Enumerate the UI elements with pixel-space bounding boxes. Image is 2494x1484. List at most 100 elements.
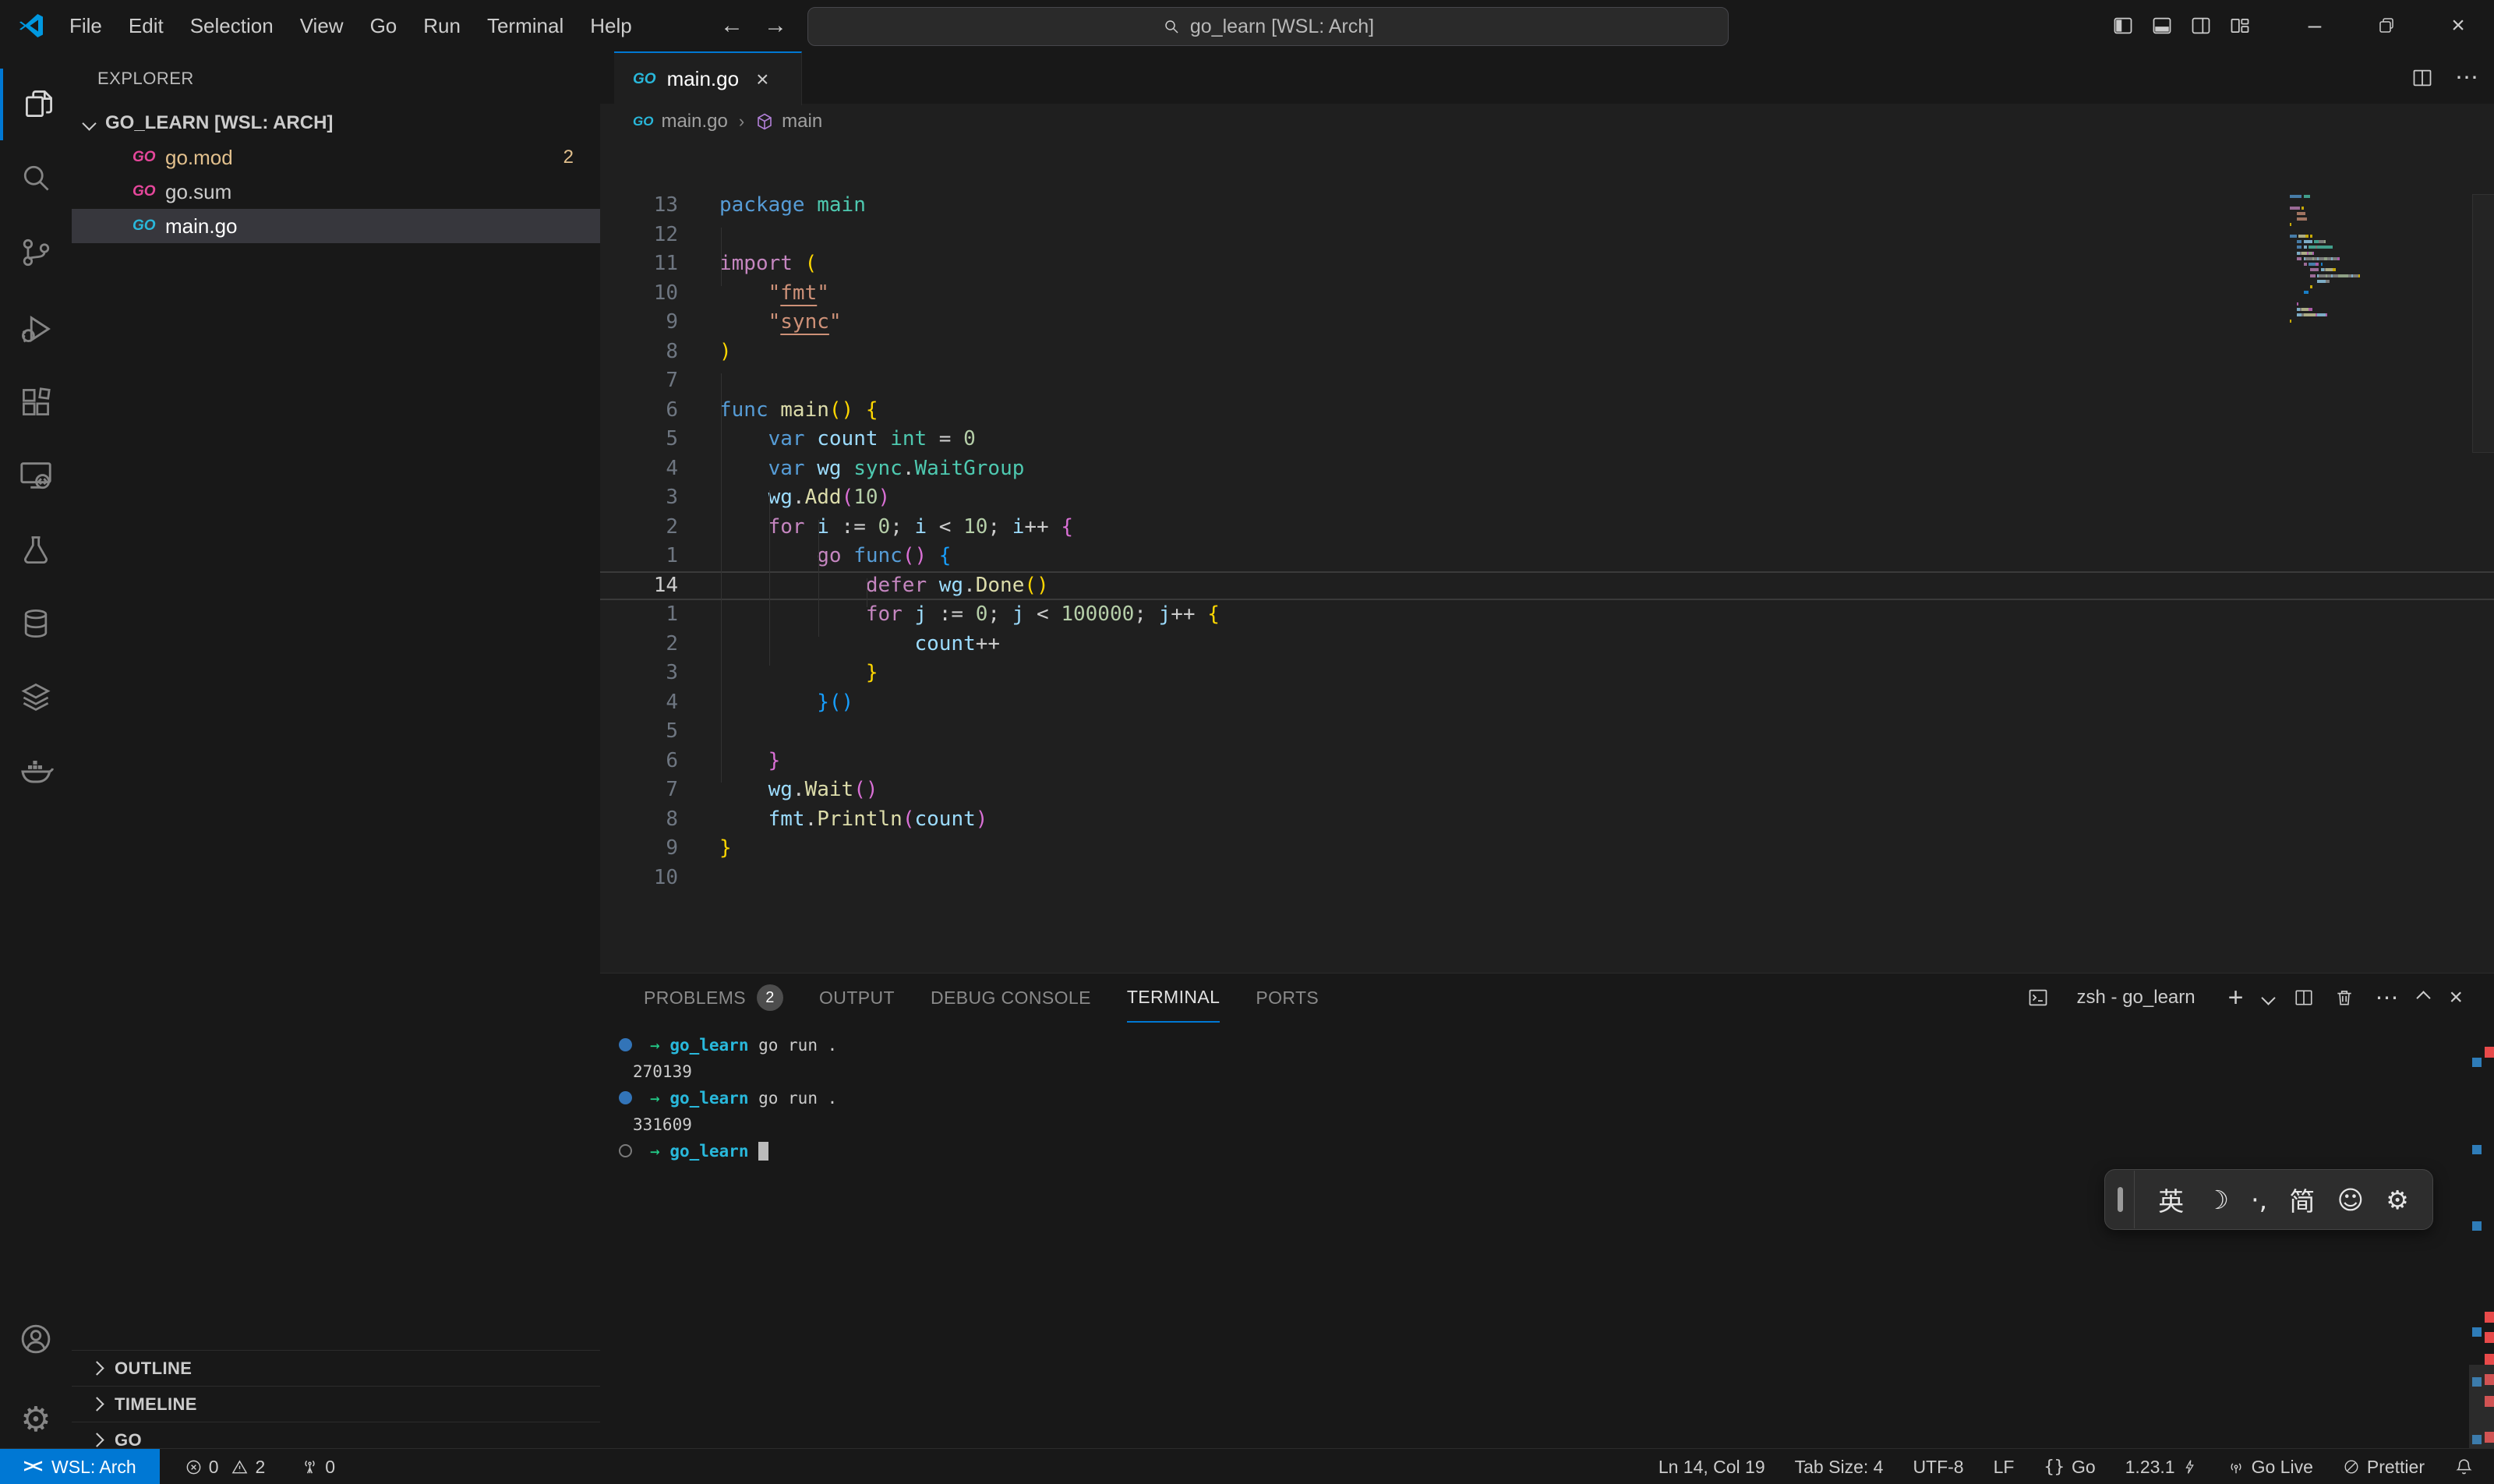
- problems-status[interactable]: 0 2: [185, 1457, 266, 1478]
- remote-label: WSL: Arch: [51, 1457, 136, 1478]
- broadcast-icon: [2227, 1458, 2245, 1475]
- notifications-bell-icon[interactable]: [2454, 1458, 2474, 1477]
- code-line: 2 count++: [600, 630, 2494, 659]
- source-control-icon[interactable]: [0, 217, 72, 288]
- tab-main-go[interactable]: GO main.go ×: [614, 51, 802, 105]
- database-icon[interactable]: [0, 588, 72, 659]
- docker-icon[interactable]: [0, 734, 72, 806]
- layers-icon[interactable]: [0, 661, 72, 733]
- go-version[interactable]: 1.23.1: [2125, 1457, 2198, 1478]
- ime-fullhalf-moon-icon[interactable]: ☽: [2206, 1185, 2229, 1215]
- run-debug-icon[interactable]: [0, 293, 72, 365]
- terminal-scrollbar[interactable]: [2469, 1365, 2494, 1449]
- explorer-header: EXPLORER ⋯: [72, 51, 600, 106]
- ime-language-toggle[interactable]: 英: [2158, 1181, 2184, 1218]
- warning-icon: [231, 1458, 249, 1476]
- close-panel-icon[interactable]: ×: [2449, 984, 2463, 1011]
- project-folder-row[interactable]: GO_LEARN [WSL: ARCH]: [72, 106, 600, 140]
- sidebar-bottom-sections: OUTLINETIMELINEGO: [72, 1350, 600, 1458]
- section-timeline[interactable]: TIMELINE: [72, 1386, 600, 1422]
- terminal-dropdown-icon[interactable]: [2262, 991, 2276, 1005]
- terminal-session-label[interactable]: zsh - go_learn: [2077, 987, 2195, 1009]
- back-arrow-icon[interactable]: ←: [720, 12, 744, 39]
- panel-more-actions-icon[interactable]: ⋯: [2375, 984, 2398, 1012]
- accounts-icon[interactable]: [0, 1303, 72, 1375]
- testing-icon[interactable]: [0, 514, 72, 586]
- menu-go[interactable]: Go: [357, 0, 411, 51]
- prettier-status[interactable]: Prettier: [2343, 1457, 2425, 1478]
- kill-terminal-trash-icon[interactable]: [2334, 988, 2354, 1008]
- terminal-command-mark: [2472, 1221, 2482, 1231]
- new-terminal-icon[interactable]: +: [2228, 990, 2244, 1005]
- ime-settings-gear-icon[interactable]: ⚙: [2386, 1185, 2409, 1215]
- terminal-output[interactable]: → go_learn go run .270139→ go_learn go r…: [600, 1032, 2474, 1164]
- toggle-sidebar-icon[interactable]: [2112, 15, 2134, 37]
- remote-explorer-icon[interactable]: [0, 440, 72, 511]
- terminal-command-mark: [2472, 1058, 2482, 1067]
- command-decoration-icon[interactable]: [619, 1038, 632, 1051]
- extensions-icon[interactable]: [0, 366, 72, 438]
- split-terminal-icon[interactable]: [2294, 988, 2314, 1008]
- maximize-panel-icon[interactable]: [2417, 991, 2431, 1005]
- forward-arrow-icon[interactable]: →: [764, 12, 787, 39]
- close-window-button[interactable]: ×: [2422, 0, 2494, 51]
- split-editor-icon[interactable]: [2411, 67, 2433, 89]
- editor-scrollbar[interactable]: [2472, 194, 2494, 453]
- ports-status[interactable]: 0: [301, 1457, 335, 1478]
- encoding[interactable]: UTF-8: [1913, 1457, 1963, 1478]
- menu-edit[interactable]: Edit: [115, 0, 177, 51]
- settings-gear-icon[interactable]: ⚙: [0, 1384, 72, 1456]
- command-decoration-icon[interactable]: [619, 1091, 632, 1104]
- file-row-main.go[interactable]: GOmain.go: [72, 209, 600, 243]
- language-mode[interactable]: {} Go: [2044, 1457, 2095, 1478]
- ime-punctuation-icon[interactable]: ·,: [2251, 1185, 2267, 1215]
- panel-tab-ports[interactable]: PORTS: [1256, 973, 1319, 1022]
- panel-tab-output[interactable]: OUTPUT: [819, 973, 895, 1022]
- command-center-search[interactable]: go_learn [WSL: Arch]: [807, 7, 1729, 46]
- panel-tab-terminal[interactable]: TERMINAL: [1127, 973, 1221, 1023]
- menu-file[interactable]: File: [56, 0, 115, 51]
- menu-terminal[interactable]: Terminal: [474, 0, 577, 51]
- menu-help[interactable]: Help: [577, 0, 645, 51]
- ime-drag-handle[interactable]: [2118, 1187, 2123, 1212]
- code-line: 10: [600, 864, 2494, 893]
- menu-selection[interactable]: Selection: [177, 0, 287, 51]
- file-row-go.sum[interactable]: GOgo.sum: [72, 175, 600, 209]
- customize-layout-icon[interactable]: [2229, 15, 2251, 37]
- ime-emoji-icon[interactable]: ☺: [2337, 1185, 2364, 1215]
- error-count: 0: [209, 1457, 219, 1478]
- tab-close-icon[interactable]: ×: [756, 67, 768, 92]
- eol[interactable]: LF: [1994, 1457, 2015, 1478]
- overview-error-mark: [2485, 1047, 2494, 1058]
- terminal-line: → go_learn go run .: [600, 1032, 2474, 1058]
- section-outline[interactable]: OUTLINE: [72, 1350, 600, 1386]
- prompt-decoration-icon[interactable]: [619, 1144, 632, 1157]
- layout-controls: [2112, 0, 2251, 51]
- panel-tab-problems[interactable]: PROBLEMS2: [644, 973, 783, 1022]
- editor-actions: ⋯: [2411, 51, 2478, 104]
- editor-more-actions-icon[interactable]: ⋯: [2455, 64, 2478, 91]
- minimize-button[interactable]: –: [2279, 0, 2351, 51]
- ime-simplified-toggle[interactable]: 简: [2289, 1181, 2315, 1218]
- title-bar: FileEditSelectionViewGoRunTerminalHelp ←…: [0, 0, 2494, 52]
- menu-view[interactable]: View: [287, 0, 357, 51]
- tab-size[interactable]: Tab Size: 4: [1795, 1457, 1884, 1478]
- breadcrumb-file[interactable]: main.go: [661, 111, 727, 132]
- file-row-go.mod[interactable]: GOgo.mod2: [72, 140, 600, 175]
- go-file-icon: GO: [633, 71, 656, 88]
- search-sidebar-icon[interactable]: [0, 142, 72, 214]
- toggle-secondary-sidebar-icon[interactable]: [2190, 15, 2212, 37]
- breadcrumb-symbol[interactable]: main: [782, 111, 822, 132]
- restore-button[interactable]: [2351, 0, 2422, 51]
- code-editor[interactable]: 13package main1211import (10 "fmt"9 "syn…: [600, 140, 2494, 973]
- cursor-position[interactable]: Ln 14, Col 19: [1659, 1457, 1765, 1478]
- menu-run[interactable]: Run: [410, 0, 474, 51]
- go-live[interactable]: Go Live: [2227, 1457, 2313, 1478]
- remote-indicator[interactable]: >< WSL: Arch: [0, 1449, 160, 1484]
- explorer-icon[interactable]: [0, 69, 75, 140]
- problems-badge: 2: [563, 147, 574, 168]
- code-line: 14 defer wg.Done(): [600, 571, 2494, 601]
- code-line: 13package main: [600, 191, 2494, 221]
- toggle-panel-icon[interactable]: [2151, 15, 2173, 37]
- panel-tab-debug-console[interactable]: DEBUG CONSOLE: [931, 973, 1091, 1022]
